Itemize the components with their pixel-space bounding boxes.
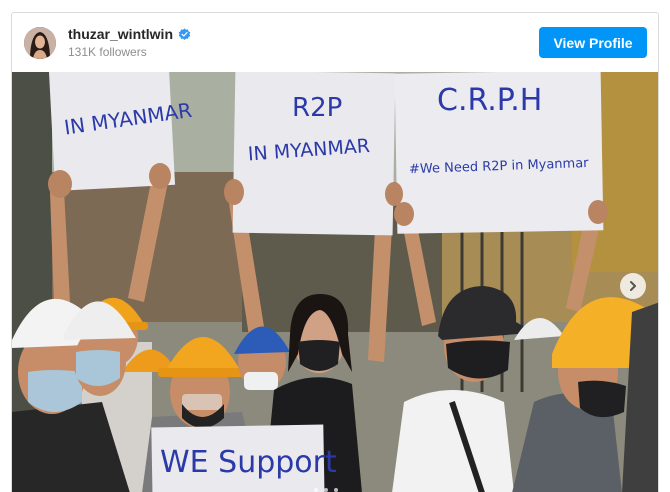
verified-badge-icon bbox=[178, 27, 191, 40]
carousel-next-button[interactable] bbox=[620, 273, 646, 299]
post-photo[interactable]: IN MYANMAR R2P IN MYANMAR C.R.P.H #We Ne… bbox=[12, 72, 658, 492]
post-header: thuzar_wintlwin 131K followers View Prof… bbox=[12, 13, 658, 72]
view-profile-button[interactable]: View Profile bbox=[539, 27, 647, 58]
sign-front-text: WE Support bbox=[160, 445, 337, 480]
sign-center-top: R2P bbox=[292, 93, 342, 123]
profile-info: thuzar_wintlwin 131K followers bbox=[68, 26, 191, 59]
sign-center: R2P IN MYANMAR bbox=[232, 72, 396, 236]
chevron-right-icon bbox=[630, 281, 636, 291]
avatar[interactable] bbox=[24, 26, 56, 59]
sign-front: WE Support bbox=[151, 424, 337, 492]
follower-count: 131K followers bbox=[68, 45, 147, 59]
sign-right: C.R.P.H #We Need R2P in Myanmar bbox=[394, 72, 604, 234]
protest-photo: IN MYANMAR R2P IN MYANMAR C.R.P.H #We Ne… bbox=[12, 72, 658, 492]
username[interactable]: thuzar_wintlwin bbox=[68, 26, 173, 42]
sign-right-top: C.R.P.H bbox=[437, 83, 542, 118]
instagram-embed: thuzar_wintlwin 131K followers View Prof… bbox=[11, 12, 659, 492]
name-row: thuzar_wintlwin bbox=[68, 26, 191, 42]
